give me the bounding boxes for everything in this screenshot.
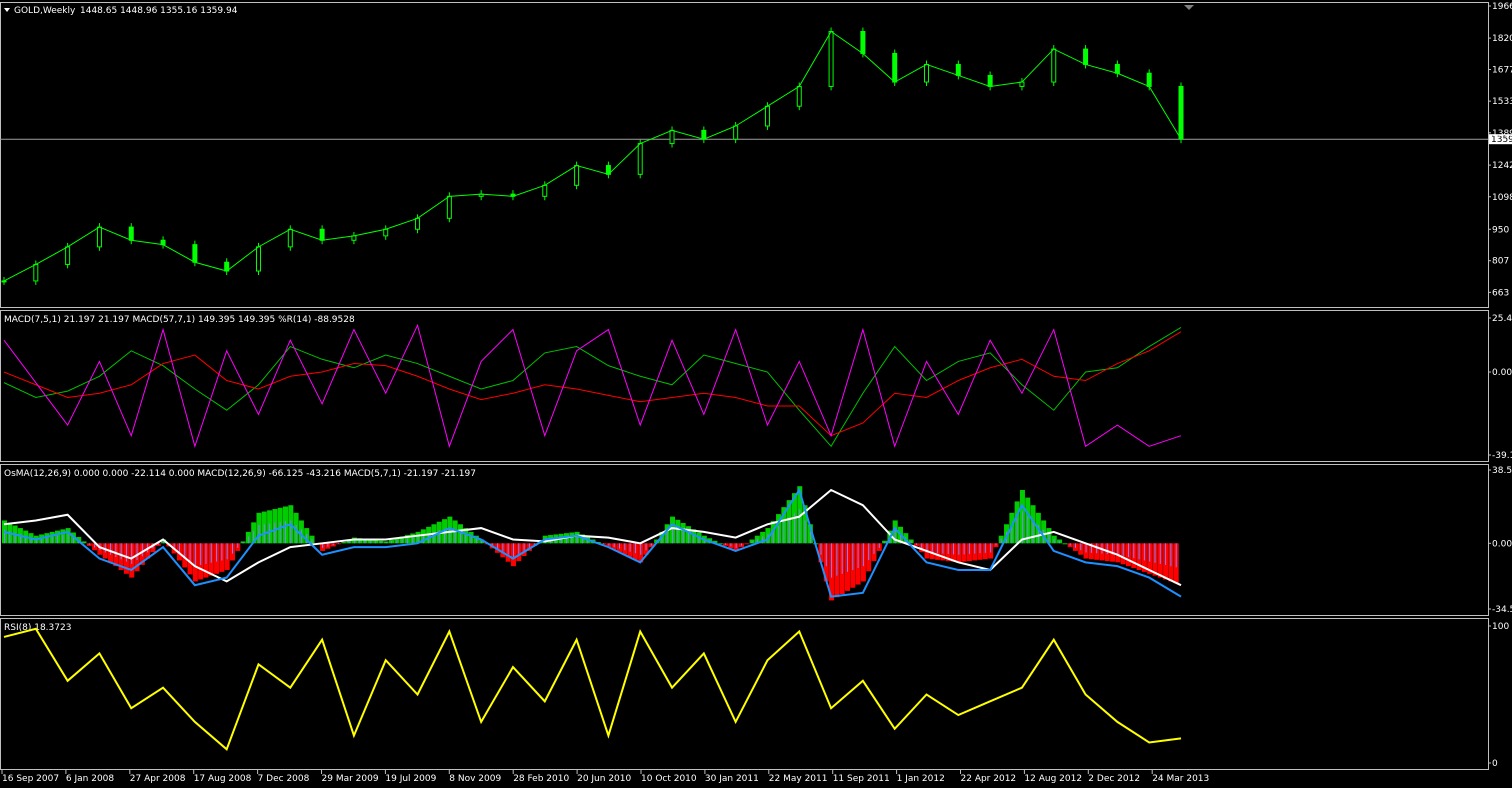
y-tick-label: 1242 — [1492, 161, 1512, 171]
x-tick-label: 10 Oct 2010 — [641, 774, 697, 784]
candle-body — [733, 125, 739, 140]
candle-body — [96, 226, 102, 248]
x-tick-label: 6 Jan 2008 — [66, 774, 114, 784]
symbol-title: GOLD,Weekly — [14, 6, 76, 16]
y-tick-label: -39.1 — [1492, 451, 1512, 461]
y-tick-label: 0.00 — [1492, 539, 1512, 549]
candle-body — [860, 30, 866, 54]
y-tick-label: 1966 — [1492, 2, 1512, 12]
y-tick-label: 38.5 — [1492, 466, 1512, 476]
y-tick-label: 663 — [1492, 288, 1509, 298]
y-tick-label: 25.46 — [1492, 314, 1512, 324]
candle-body — [542, 184, 548, 197]
candle-body — [987, 74, 993, 87]
trading-chart[interactable]: GOLD,Weekly 1448.65 1448.96 1355.16 1359… — [0, 0, 1512, 788]
y-tick-label: 1533 — [1492, 97, 1512, 107]
y-tick-label: 1820 — [1492, 34, 1512, 44]
candle-body — [383, 228, 389, 237]
x-tick-label: 29 Mar 2009 — [322, 774, 379, 784]
candle-body — [1146, 72, 1152, 87]
candle-body — [955, 63, 961, 76]
chart-background — [0, 0, 1512, 788]
candle-body — [1051, 48, 1057, 83]
osma-bar — [744, 543, 750, 545]
x-tick-label: 28 Feb 2010 — [513, 774, 569, 784]
x-tick-label: 27 Apr 2008 — [130, 774, 186, 784]
osma-panel-header: OsMA(12,26,9) 0.000 0.000 -22.114 0.000 … — [4, 469, 476, 479]
x-tick-label: 1 Jan 2012 — [897, 774, 945, 784]
x-tick-label: 24 Mar 2013 — [1152, 774, 1209, 784]
ohlc-readout: 1448.65 1448.96 1355.16 1359.94 — [80, 6, 238, 16]
candle-body — [33, 263, 39, 282]
macd-panel-header: MACD(7,5,1) 21.197 21.197 MACD(57,7,1) 1… — [4, 315, 355, 325]
y-tick-label: -34.5 — [1492, 605, 1512, 615]
y-tick-label: 0 — [1492, 759, 1498, 769]
candle-body — [65, 246, 71, 265]
candle-body — [796, 85, 802, 107]
candle-body — [574, 165, 580, 186]
candle-body — [892, 52, 898, 83]
candle-body — [192, 244, 198, 263]
candle-body — [637, 143, 643, 175]
x-tick-label: 7 Dec 2008 — [258, 774, 310, 784]
candle-body — [924, 63, 930, 83]
y-tick-label: 950 — [1492, 225, 1509, 235]
candle-body — [1114, 63, 1120, 74]
candle-body — [128, 226, 134, 241]
x-tick-label: 30 Jan 2011 — [705, 774, 759, 784]
osma-bar — [1062, 543, 1068, 545]
candle-body — [287, 228, 293, 248]
x-tick-label: 19 Jul 2009 — [385, 774, 436, 784]
y-tick-label: 1098 — [1492, 193, 1512, 203]
x-tick-label: 22 May 2011 — [769, 774, 828, 784]
y-tick-label: 807 — [1492, 257, 1509, 267]
candle-body — [828, 30, 834, 87]
y-tick-label: 1677 — [1492, 66, 1512, 76]
candle-body — [255, 246, 261, 272]
x-tick-label: 12 Aug 2012 — [1024, 774, 1082, 784]
candle-body — [701, 129, 707, 140]
y-tick-label: 0.00 — [1492, 368, 1512, 378]
y-tick-label: 100 — [1492, 622, 1509, 632]
candle-body — [1178, 85, 1184, 140]
x-tick-label: 17 Aug 2008 — [194, 774, 252, 784]
x-tick-label: 11 Sep 2011 — [833, 774, 890, 784]
candle-body — [446, 195, 452, 219]
candle-body — [1, 280, 7, 283]
candle-body — [319, 228, 325, 241]
candle-body — [415, 217, 421, 230]
x-tick-label: 2 Dec 2012 — [1088, 774, 1140, 784]
x-tick-label: 20 Jun 2010 — [577, 774, 631, 784]
candle-body — [1083, 48, 1089, 65]
candle-body — [669, 129, 675, 145]
y-tick-label: 1389 — [1492, 129, 1512, 139]
x-tick-label: 16 Sep 2007 — [2, 774, 59, 784]
x-tick-label: 22 Apr 2012 — [961, 774, 1017, 784]
candle-body — [764, 105, 770, 127]
x-tick-label: 8 Nov 2009 — [449, 774, 501, 784]
